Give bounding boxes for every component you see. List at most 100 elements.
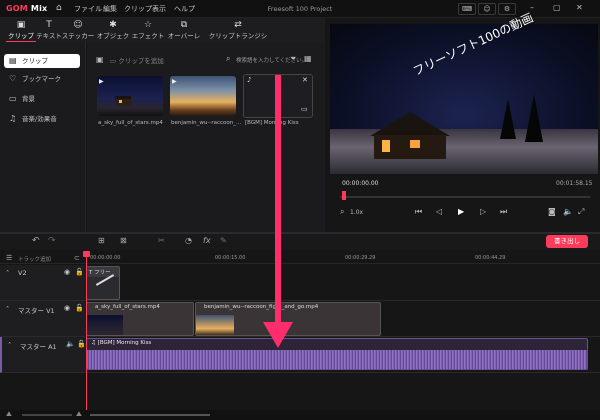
play-icon[interactable]: ▶ bbox=[458, 207, 464, 216]
roof-shape bbox=[370, 112, 450, 136]
zoom-in-icon[interactable]: ⛰ bbox=[76, 410, 82, 419]
seek-bar[interactable] bbox=[340, 196, 590, 198]
collapse-icon[interactable]: ˄ bbox=[6, 269, 9, 277]
a1-audio-clip[interactable]: ♫ [BGM] Morning Kiss bbox=[86, 338, 588, 370]
add-video-icon[interactable]: ▣ bbox=[96, 55, 104, 64]
track-header-v1[interactable]: ˄ マスター V1 ◉ 🔓 bbox=[0, 301, 86, 337]
clip-thumb bbox=[196, 315, 234, 335]
track-list-icon[interactable]: ☰ bbox=[6, 254, 12, 262]
cut-icon[interactable]: ✂ bbox=[158, 236, 165, 245]
lock-icon[interactable]: 🔓 bbox=[75, 304, 84, 312]
grid-view-icon[interactable]: ▦ bbox=[304, 54, 312, 63]
collapse-icon[interactable]: ˄ bbox=[8, 341, 11, 349]
fullscreen-icon[interactable]: ⤢ bbox=[578, 207, 584, 217]
skip-end-icon[interactable]: ⏭ bbox=[500, 207, 507, 217]
maximize-icon[interactable]: ▢ bbox=[553, 3, 561, 12]
snapshot-icon[interactable]: ◙ bbox=[548, 207, 556, 216]
media-label-stars: a_sky_full_of_stars.mp4 bbox=[98, 120, 163, 126]
sidebar-item-bookmark[interactable]: ♡ ブックマーク bbox=[4, 72, 80, 86]
media-thumb-raccoon[interactable]: ▶ bbox=[170, 76, 236, 116]
timeline-scrollbar[interactable] bbox=[90, 414, 210, 416]
playhead-handle[interactable] bbox=[83, 251, 90, 257]
folder-icon: ▭ bbox=[110, 57, 117, 65]
track-name: マスター V1 bbox=[18, 307, 55, 315]
filter-icon[interactable]: ⏷ bbox=[290, 54, 296, 64]
visibility-icon[interactable]: ◉ bbox=[64, 268, 70, 276]
lock-icon[interactable]: 🔓 bbox=[77, 340, 86, 348]
skip-start-icon[interactable]: ⏮ bbox=[415, 207, 422, 217]
sidebar-item-clip[interactable]: ▤ クリップ bbox=[4, 54, 80, 68]
search-input[interactable]: 検索語を入力してください。 bbox=[236, 56, 307, 64]
audio-waveform bbox=[87, 350, 587, 369]
tree-shape bbox=[525, 94, 543, 142]
v2-text-clip[interactable]: T フリー bbox=[86, 266, 120, 300]
media-panel bbox=[87, 42, 325, 232]
next-frame-icon[interactable]: ▷ bbox=[480, 207, 486, 216]
track-name: マスター A1 bbox=[20, 343, 57, 351]
lock-icon[interactable]: 🔓 bbox=[75, 268, 84, 276]
object-icon: ✱ bbox=[109, 20, 117, 30]
drag-annotation-arrowhead bbox=[263, 322, 293, 348]
media-thumb-stars[interactable]: ▶ bbox=[97, 76, 163, 116]
collapse-icon[interactable]: ˄ bbox=[6, 305, 9, 313]
window-light bbox=[410, 140, 420, 148]
track-header-a1[interactable]: ˄ マスター A1 🔈 🔓 bbox=[0, 337, 86, 373]
close-icon[interactable]: ✕ bbox=[576, 3, 583, 12]
tab-effect[interactable]: ☆ エフェクト bbox=[129, 20, 167, 40]
video-icon: ▶ bbox=[172, 78, 177, 85]
snap-icon[interactable]: ⊂ bbox=[74, 254, 80, 262]
tab-sticker[interactable]: ☺ ステッカー bbox=[59, 20, 97, 40]
clip-list-icon: ▤ bbox=[9, 56, 17, 65]
zoom-slider[interactable] bbox=[22, 414, 72, 416]
media-label-raccoon: benjamin_wu--raccoon_... bbox=[171, 120, 241, 126]
overwrite-icon[interactable]: ⊠ bbox=[120, 236, 127, 245]
ruler-tick-2: 00:00:29.29 bbox=[345, 255, 376, 261]
minimize-icon[interactable]: – bbox=[530, 3, 534, 12]
drag-annotation-arrow bbox=[275, 75, 281, 340]
timeline-toolbar bbox=[0, 234, 600, 250]
playhead[interactable] bbox=[86, 252, 87, 412]
music-note-icon: ♪ bbox=[247, 76, 252, 84]
prev-frame-icon[interactable]: ◁ bbox=[436, 207, 442, 216]
ruler-tick-0: 00:00:00.00 bbox=[90, 255, 121, 261]
ruler-tick-3: 00:00:44.29 bbox=[475, 255, 506, 261]
close-icon[interactable]: ✕ bbox=[302, 76, 308, 84]
undo-icon[interactable]: ↶ bbox=[32, 236, 40, 246]
account-icon[interactable]: ☺ bbox=[478, 3, 496, 15]
search-icon: ⌕ bbox=[226, 54, 231, 63]
volume-icon[interactable]: 🔈 bbox=[563, 207, 573, 216]
zoom-level[interactable]: 1.0x bbox=[350, 209, 363, 216]
export-button[interactable]: 書き出し bbox=[546, 235, 588, 248]
track-area-v2[interactable] bbox=[86, 265, 600, 301]
clip-title: benjamin_wu--raccoon_fight_and_go.mp4 bbox=[204, 304, 319, 310]
add-to-timeline-icon[interactable]: ▭ bbox=[301, 105, 308, 113]
zoom-icon[interactable]: ⌕ bbox=[340, 207, 344, 217]
overlay-icon: ⧉ bbox=[180, 20, 188, 30]
volume-icon[interactable]: 🔈 bbox=[66, 340, 75, 348]
keyboard-icon[interactable]: ⌨ bbox=[458, 3, 476, 15]
sidebar-item-background[interactable]: ▭ 背景 bbox=[4, 92, 80, 106]
window-light bbox=[119, 100, 122, 103]
pen-icon[interactable]: ✎ bbox=[220, 236, 227, 245]
zoom-out-icon[interactable]: ⛰ bbox=[6, 410, 12, 419]
v1-clip-stars[interactable]: a_sky_full_of_stars.mp4 bbox=[86, 302, 194, 336]
house-shape bbox=[115, 96, 131, 106]
add-clip-button[interactable]: ▭ クリップを追加 bbox=[110, 55, 164, 65]
total-time: 00:01:58.15 bbox=[556, 180, 593, 187]
track-header-v2[interactable]: ˄ V2 ◉ 🔓 bbox=[0, 265, 86, 301]
settings-icon[interactable]: ⚙ bbox=[498, 3, 516, 15]
fx-icon[interactable]: fx bbox=[203, 236, 211, 245]
clip-title: a_sky_full_of_stars.mp4 bbox=[95, 304, 160, 310]
seek-handle[interactable] bbox=[342, 191, 346, 200]
add-track-button[interactable]: トラック追加 bbox=[18, 255, 51, 263]
transition-icon: ⇄ bbox=[234, 20, 242, 30]
speed-icon[interactable]: ◔ bbox=[185, 236, 192, 245]
insert-icon[interactable]: ⊞ bbox=[98, 236, 105, 245]
background-icon: ▭ bbox=[9, 94, 17, 103]
sidebar-item-music[interactable]: ♫ 音楽/効果音 bbox=[4, 112, 80, 126]
heart-icon: ♡ bbox=[9, 74, 17, 83]
current-time: 00:00:00.00 bbox=[342, 180, 379, 187]
sidebar bbox=[0, 42, 86, 232]
redo-icon[interactable]: ↷ bbox=[48, 236, 56, 246]
visibility-icon[interactable]: ◉ bbox=[64, 304, 70, 312]
